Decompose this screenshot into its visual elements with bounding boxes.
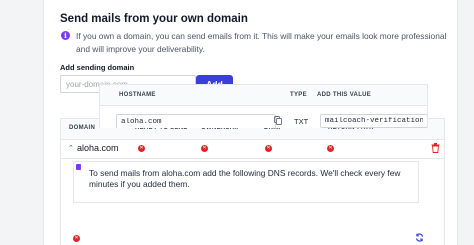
ownership-error-icon: ✕ bbox=[201, 145, 208, 152]
section-title: Send mails from your own domain bbox=[60, 13, 248, 25]
dns-record-error-icon: ✕ bbox=[73, 235, 80, 242]
domain-name: aloha.com bbox=[77, 143, 119, 153]
refresh-icon[interactable] bbox=[415, 233, 424, 242]
return-path-error-icon: ✕ bbox=[327, 145, 334, 152]
trash-icon[interactable] bbox=[431, 143, 440, 153]
info-icon: i bbox=[61, 31, 70, 40]
dns-records-table: HOSTNAME TYPE ADD THIS VALUE TXT bbox=[99, 84, 428, 128]
column-header-hostname: HOSTNAME bbox=[119, 92, 156, 98]
dns-instructions-panel: To send mails from aloha.com add the fol… bbox=[73, 161, 419, 203]
dns-record-row: TXT bbox=[100, 106, 427, 128]
domains-table: DOMAIN READY TO SEND OWNERSHIP DKIM RETU… bbox=[60, 118, 445, 245]
section-info-text: If you own a domain, you can send emails… bbox=[76, 31, 447, 54]
info-icon bbox=[76, 164, 81, 170]
column-header-domain: DOMAIN bbox=[69, 125, 96, 131]
record-value-field[interactable] bbox=[320, 114, 427, 128]
dns-records-header: HOSTNAME TYPE ADD THIS VALUE bbox=[100, 85, 427, 106]
ready-to-send-error-icon: ✕ bbox=[138, 145, 145, 152]
column-header-type: TYPE bbox=[290, 92, 307, 98]
domain-row[interactable]: ⌃ aloha.com ✕ ✕ ✕ ✕ bbox=[61, 139, 444, 159]
dkim-error-icon: ✕ bbox=[265, 145, 272, 152]
column-header-value: ADD THIS VALUE bbox=[317, 92, 372, 98]
sending-domains-card: Send mails from your own domain i If you… bbox=[43, 0, 458, 245]
hostname-field[interactable] bbox=[116, 114, 276, 128]
copy-icon[interactable] bbox=[274, 116, 282, 125]
dns-instructions-text: To send mails from aloha.com add the fol… bbox=[89, 168, 401, 189]
record-type: TXT bbox=[294, 117, 309, 126]
add-domain-label: Add sending domain bbox=[60, 63, 135, 72]
chevron-up-icon[interactable]: ⌃ bbox=[68, 144, 74, 152]
